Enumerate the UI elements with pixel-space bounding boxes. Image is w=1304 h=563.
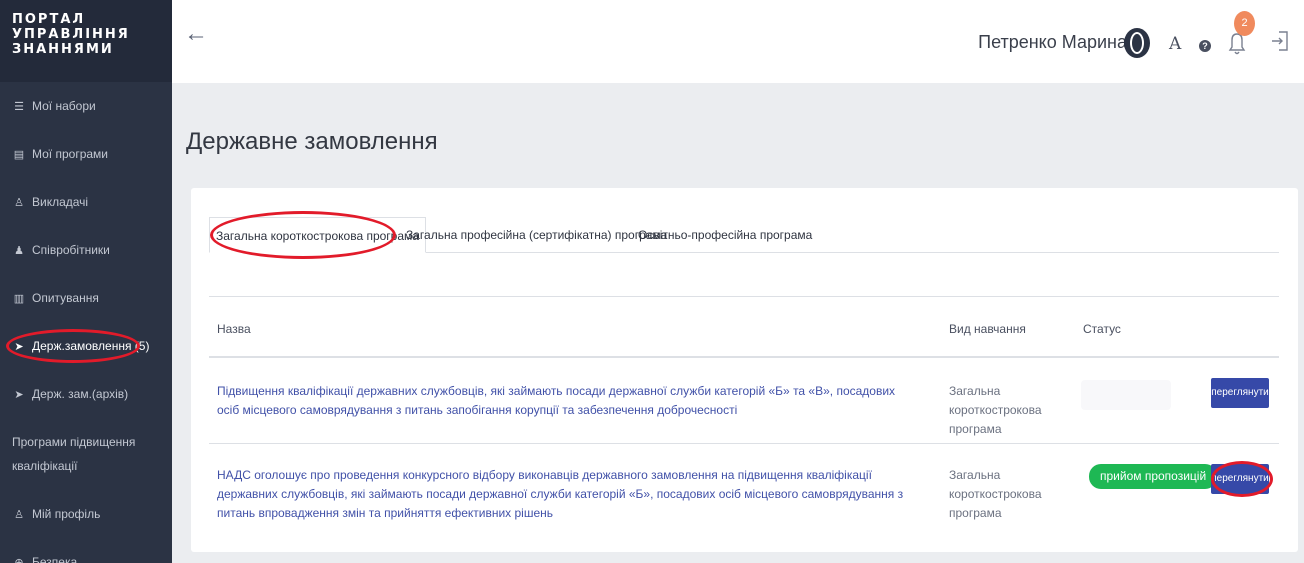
user-name[interactable]: Петренко Марина [978, 32, 1127, 53]
sidebar-item-label: Держ. зам.(архів) [32, 387, 129, 401]
column-header-name: Назва [217, 322, 251, 336]
avatar[interactable] [1123, 27, 1151, 59]
program-kind: Загальна короткострокова програма [949, 468, 1042, 520]
back-arrow-icon[interactable]: ← [184, 20, 208, 48]
sidebar-item-employees[interactable]: ♟ Співробітники [0, 226, 172, 274]
program-kind: Загальна короткострокова програма [949, 384, 1042, 436]
sidebar: ПОРТАЛ УПРАВЛІННЯ ЗНАННЯМИ ☰ Мої набори … [0, 0, 172, 563]
font-size-icon[interactable]: A [1169, 34, 1181, 54]
sidebar-item-label: Держ.замовлення (5) [32, 339, 150, 353]
logo-line-1: ПОРТАЛ [12, 12, 86, 27]
top-header: ← Петренко Марина A ? 2 [172, 0, 1304, 83]
sidebar-item-my-profile[interactable]: ♙ Мій профіль [0, 490, 172, 538]
program-title-link[interactable]: Підвищення кваліфікації державних службо… [217, 382, 917, 420]
tab-label: Освітньо-професійна програма [638, 228, 813, 242]
logo-line-2: УПРАВЛІННЯ [12, 27, 130, 42]
teacher-icon: ♙ [14, 196, 24, 209]
list-icon: ☰ [14, 100, 24, 113]
table-header: Назва Вид навчання Статус [209, 296, 1279, 358]
tab-educational-professional[interactable]: Освітньо-професійна програма [638, 217, 812, 253]
gavel-icon: ➤ [14, 340, 24, 353]
sidebar-item-label: Мої програми [32, 147, 108, 161]
tab-label: Загальна короткострокова програма [216, 229, 419, 243]
sidebar-item-label: Викладачі [32, 195, 89, 209]
sidebar-item-label: Опитування [32, 291, 99, 305]
tab-professional-certificate[interactable]: Загальна професійна (сертифікатна) прогр… [406, 217, 667, 253]
lock-icon: ⊕ [14, 556, 24, 563]
notification-badge: 2 [1234, 11, 1255, 36]
help-icon[interactable]: ? [1199, 40, 1211, 52]
chart-icon: ▥ [13, 292, 25, 305]
sidebar-item-label: Співробітники [32, 243, 110, 257]
book-icon: ▤ [13, 148, 25, 161]
user-icon: ♙ [14, 508, 24, 521]
sidebar-nav: ☰ Мої набори ▤ Мої програми ♙ Викладачі … [0, 82, 172, 563]
sidebar-item-security[interactable]: ⊕ Безпека [0, 538, 172, 563]
sidebar-item-label: Програми підвищення кваліфікації [12, 435, 136, 473]
content-card: Загальна короткострокова програма Загаль… [191, 188, 1298, 552]
table-row: Підвищення кваліфікації державних службо… [209, 358, 1279, 444]
portal-logo[interactable]: ПОРТАЛ УПРАВЛІННЯ ЗНАННЯМИ [12, 12, 162, 57]
column-header-kind: Вид навчання [949, 322, 1026, 336]
sidebar-item-label: Мої набори [32, 99, 96, 113]
sidebar-item-teachers[interactable]: ♙ Викладачі [0, 178, 172, 226]
status-empty [1081, 380, 1171, 410]
sidebar-item-qualification-programs[interactable]: Програми підвищення кваліфікації [0, 418, 172, 490]
gavel-icon: ➤ [14, 388, 24, 401]
sidebar-item-state-orders-archive[interactable]: ➤ Держ. зам.(архів) [0, 370, 172, 418]
program-tabs: Загальна короткострокова програма Загаль… [209, 211, 1279, 259]
sidebar-item-my-sets[interactable]: ☰ Мої набори [0, 82, 172, 130]
status-badge: прийом пропозицій [1089, 464, 1218, 489]
logout-icon[interactable] [1270, 30, 1290, 52]
tab-short-term[interactable]: Загальна короткострокова програма [209, 217, 426, 253]
column-header-status: Статус [1083, 322, 1121, 336]
sidebar-item-surveys[interactable]: ▥ Опитування [0, 274, 172, 322]
page-title: Державне замовлення [186, 128, 438, 155]
sidebar-item-label: Безпека [32, 555, 78, 563]
table-row: НАДС оголошує про проведення конкурсного… [209, 444, 1279, 530]
logo-line-3: ЗНАННЯМИ [12, 42, 114, 57]
view-button[interactable]: переглянути [1211, 464, 1269, 494]
sidebar-item-label: Мій профіль [32, 507, 101, 521]
view-button[interactable]: переглянути [1211, 378, 1269, 408]
users-icon: ♟ [14, 244, 24, 257]
tab-label: Загальна професійна (сертифікатна) прогр… [406, 228, 668, 242]
program-title-link[interactable]: НАДС оголошує про проведення конкурсного… [217, 466, 917, 523]
sidebar-item-state-orders[interactable]: ➤ Держ.замовлення (5) [0, 322, 172, 370]
sidebar-item-my-programs[interactable]: ▤ Мої програми [0, 130, 172, 178]
